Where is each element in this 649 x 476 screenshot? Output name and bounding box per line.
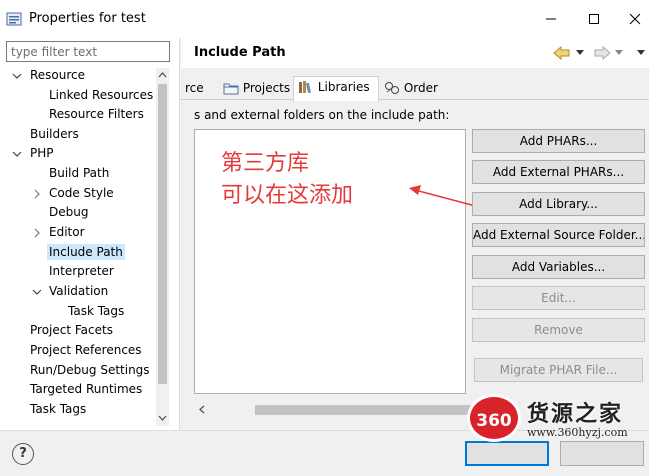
tree-vertical-scrollbar[interactable] xyxy=(156,68,169,426)
scroll-up-icon[interactable] xyxy=(158,71,167,79)
minimize-button[interactable] xyxy=(533,6,569,32)
eclipse-app-icon xyxy=(6,12,22,26)
tab-order[interactable]: Order xyxy=(380,78,444,100)
include-path-page: Include Path rce Projects Libraries Orde… xyxy=(181,38,649,430)
tree-item-run-debug-settings[interactable]: Run/Debug Settings xyxy=(30,361,150,380)
tree-item-php[interactable]: PHP xyxy=(12,144,54,163)
tree-item-include-path[interactable]: Include Path xyxy=(47,243,125,262)
tree-item-resource-filters[interactable]: Resource Filters xyxy=(49,105,144,124)
tree-item-validation[interactable]: Validation xyxy=(32,282,108,301)
chevron-right-icon[interactable] xyxy=(32,228,42,238)
window-title: Properties for test xyxy=(29,11,146,26)
libraries-list[interactable]: 第三方库 可以在这添加 xyxy=(194,129,484,394)
tree-item-build-path[interactable]: Build Path xyxy=(49,164,109,183)
tree-item-builders[interactable]: Builders xyxy=(30,125,79,144)
tab-source[interactable]: rce xyxy=(181,78,219,100)
chevron-down-icon[interactable] xyxy=(32,287,42,297)
help-button[interactable]: ? xyxy=(12,443,34,465)
forward-arrow-icon[interactable] xyxy=(593,45,611,61)
chevron-down-icon[interactable] xyxy=(12,71,22,81)
migrate-phar-button[interactable]: Migrate PHAR File... xyxy=(474,358,643,382)
properties-nav-pane: Resource Linked Resources Resource Filte… xyxy=(0,38,180,430)
edit-button[interactable]: Edit... xyxy=(472,286,645,310)
tree-item-code-style[interactable]: Code Style xyxy=(32,184,114,203)
tree-item-interpreter[interactable]: Interpreter xyxy=(49,262,114,281)
cancel-button[interactable] xyxy=(560,441,644,466)
filter-input[interactable] xyxy=(6,41,170,62)
tree-item-debug[interactable]: Debug xyxy=(49,203,88,222)
tree-item-targeted-runtimes[interactable]: Targeted Runtimes xyxy=(30,380,142,399)
close-icon xyxy=(629,13,641,25)
projects-icon xyxy=(223,83,239,95)
maximize-icon xyxy=(589,14,599,24)
add-external-phars-button[interactable]: Add External PHARs... xyxy=(472,160,645,184)
view-menu-icon[interactable] xyxy=(637,50,645,56)
list-scroll-thumb[interactable] xyxy=(255,405,475,415)
minimize-icon xyxy=(546,18,556,20)
back-arrow-icon[interactable] xyxy=(553,45,571,61)
watermark-url: www.360hyzj.com xyxy=(527,426,628,439)
scroll-left-icon[interactable] xyxy=(198,405,206,414)
watermark: 360 货源之家 www.360hyzj.com xyxy=(465,392,649,444)
order-icon xyxy=(385,82,399,94)
tree-item-resource[interactable]: Resource xyxy=(12,66,85,85)
page-header: Include Path xyxy=(181,38,649,68)
add-variables-button[interactable]: Add Variables... xyxy=(472,255,645,279)
maximize-button[interactable] xyxy=(576,6,612,32)
close-button[interactable] xyxy=(617,6,649,32)
chevron-right-icon[interactable] xyxy=(32,189,42,199)
page-title: Include Path xyxy=(194,45,286,60)
forward-dropdown-icon[interactable] xyxy=(615,50,623,56)
add-phars-button[interactable]: Add PHARs... xyxy=(472,129,645,153)
include-path-tabs: rce Projects Libraries Order xyxy=(181,76,649,101)
add-library-button[interactable]: Add Library... xyxy=(472,192,645,216)
tree-item-editor[interactable]: Editor xyxy=(32,223,85,242)
watermark-logo: 360 xyxy=(467,394,521,442)
tree-item-project-references[interactable]: Project References xyxy=(30,341,142,360)
libraries-icon xyxy=(299,81,311,94)
apply-and-close-button[interactable] xyxy=(465,441,549,466)
tree-scroll-thumb[interactable] xyxy=(158,84,167,384)
scroll-down-icon[interactable] xyxy=(158,414,167,422)
history-navigation xyxy=(553,42,649,64)
properties-tree: Resource Linked Resources Resource Filte… xyxy=(0,66,156,426)
tab-libraries[interactable]: Libraries xyxy=(293,76,379,101)
tree-item-linked-resources[interactable]: Linked Resources xyxy=(49,86,153,105)
tree-item-project-facets[interactable]: Project Facets xyxy=(30,321,113,340)
title-bar: Properties for test xyxy=(0,0,649,38)
chevron-down-icon[interactable] xyxy=(12,149,22,159)
tree-item-validation-task-tags[interactable]: Task Tags xyxy=(68,302,124,321)
remove-button[interactable]: Remove xyxy=(472,318,645,342)
watermark-name: 货源之家 xyxy=(527,402,624,427)
tab-projects[interactable]: Projects xyxy=(219,78,293,100)
tree-item-task-tags[interactable]: Task Tags xyxy=(30,400,86,419)
add-external-source-folder-button[interactable]: Add External Source Folder... xyxy=(472,223,645,247)
include-path-description: s and external folders on the include pa… xyxy=(194,108,450,122)
annotation-text: 第三方库 可以在这添加 xyxy=(221,151,354,208)
back-dropdown-icon[interactable] xyxy=(576,50,584,56)
